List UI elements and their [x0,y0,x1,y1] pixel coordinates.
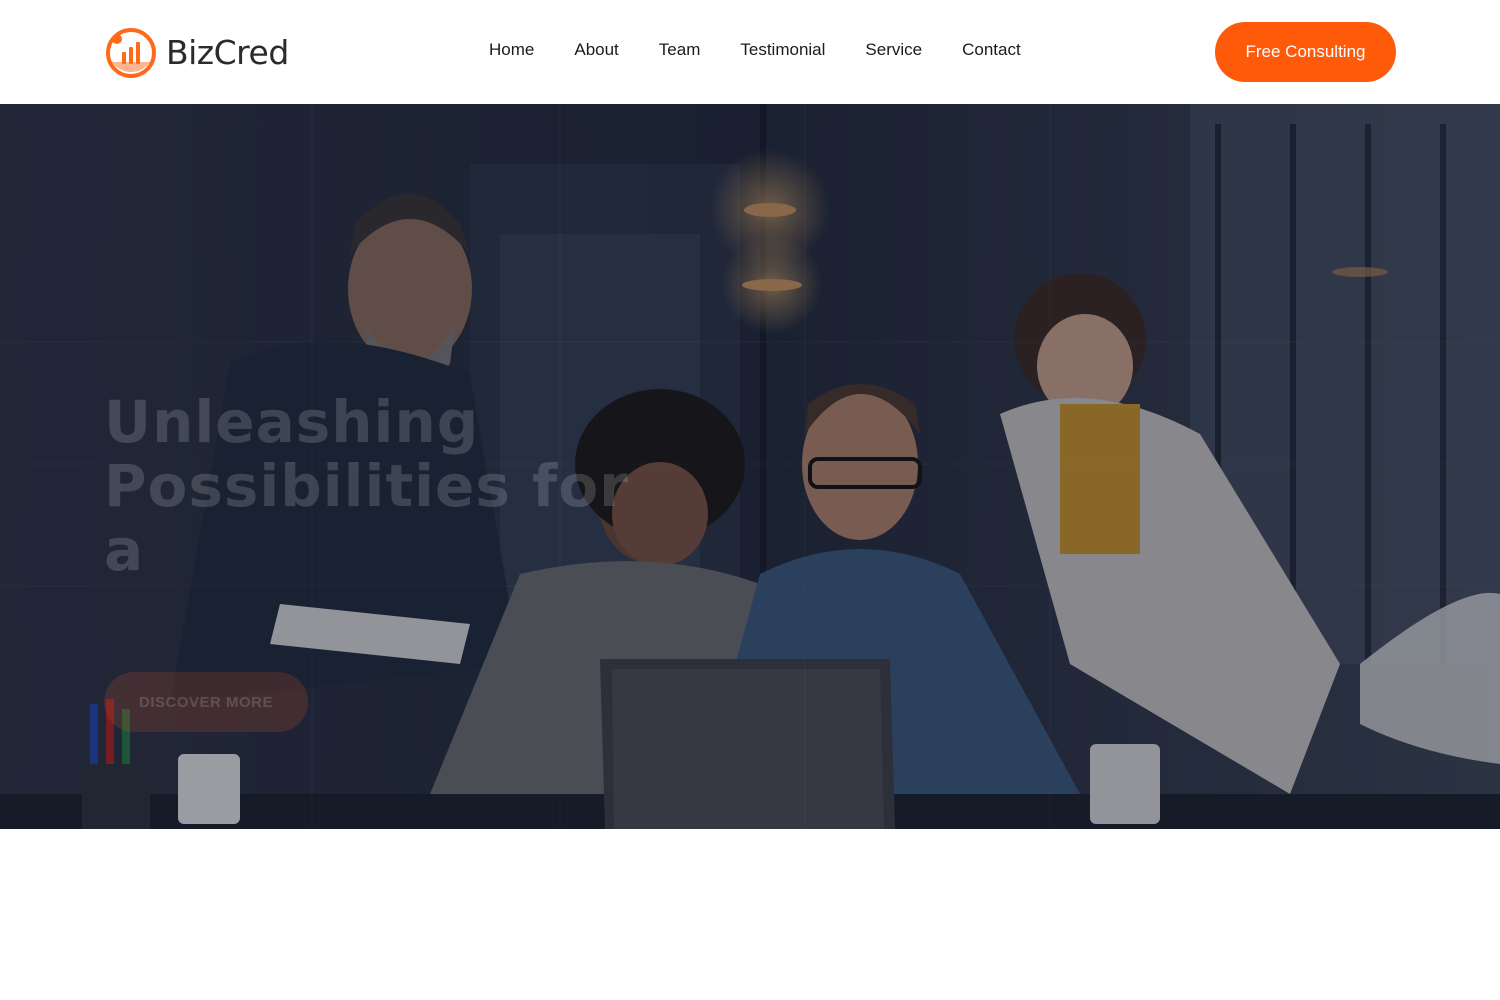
hero-title-line-2: Possibilities for a [104,452,629,584]
growth-chart-logo-icon [106,28,156,78]
nav-team[interactable]: Team [639,34,721,66]
hero-section: Unleashing Possibilities for a DISCOVER … [0,104,1500,829]
discover-more-button[interactable]: DISCOVER MORE [104,672,308,732]
content-area [0,829,1500,1000]
nav-testimonial[interactable]: Testimonial [720,34,845,66]
brand-name: BizCred [166,32,289,72]
nav-service[interactable]: Service [845,34,942,66]
nav-about[interactable]: About [554,34,638,66]
logo-link[interactable]: BizCred [104,26,289,78]
nav-contact[interactable]: Contact [942,34,1041,66]
main-nav: Home About Team Testimonial Service Cont… [469,34,1041,66]
nav-home[interactable]: Home [469,34,554,66]
free-consulting-button[interactable]: Free Consulting [1215,22,1396,82]
hero-title: Unleashing Possibilities for a [104,390,644,582]
site-header: BizCred Home About Team Testimonial Serv… [0,0,1500,104]
hero-title-line-1: Unleashing [104,388,480,456]
